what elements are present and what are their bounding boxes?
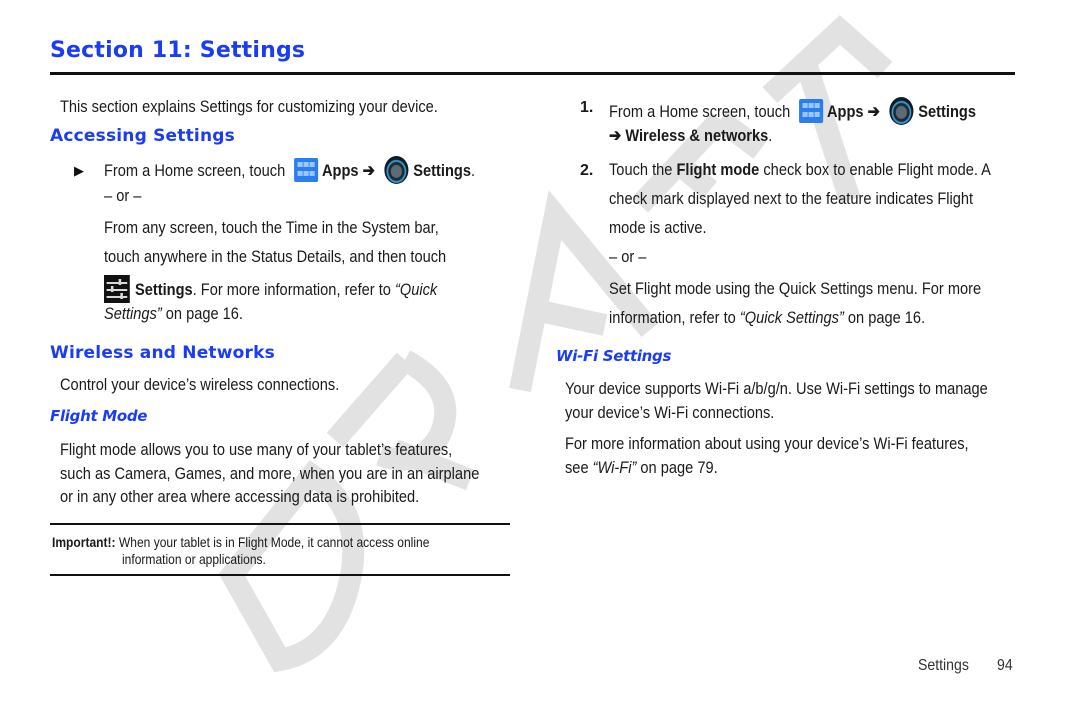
heading-wireless-networks: Wireless and Networks (50, 343, 275, 363)
important-note: Important!: When your tablet is in Fligh… (52, 534, 430, 567)
heading-flight-mode: Flight Mode (50, 407, 148, 425)
arrow-icon: ➔ (609, 126, 622, 145)
alt-line-4: Settings” on page 16. (104, 304, 243, 323)
step-number-2: 2. (580, 162, 594, 179)
note-label: Important!: (52, 534, 116, 550)
alt-line-3: Settings. For more information, refer to… (104, 275, 491, 303)
settings-icon (384, 156, 409, 184)
section-title: Section 11: Settings (50, 38, 306, 63)
alt-line-2: touch anywhere in the Status Details, an… (104, 247, 447, 266)
heading-wifi-settings: Wi-Fi Settings (556, 347, 672, 365)
wifi-para-2-line-1: For more information about using your de… (565, 434, 969, 453)
step-2-line-2: check mark displayed next to the feature… (609, 189, 974, 208)
arrow-icon: ➔ (362, 161, 375, 180)
flight-line-3: or in any other area where accessing dat… (60, 487, 420, 506)
quick-settings-icon (104, 275, 130, 303)
or-separator: – or – (609, 247, 647, 266)
apps-icon (799, 99, 824, 123)
or-separator: – or – (104, 186, 142, 205)
step-number-1: 1. (580, 99, 594, 116)
footer-page-number: 94 (997, 657, 1013, 674)
wifi-para-1-line-2: your device’s Wi-Fi connections. (565, 403, 775, 422)
step-2-line-1: Touch the Flight mode check box to enabl… (609, 160, 991, 179)
step-1-line-2: ➔ Wireless & networks. (609, 126, 773, 145)
wifi-reference-link[interactable]: “Wi-Fi” (593, 458, 637, 477)
flight-line-2: such as Camera, Games, and more, when yo… (60, 464, 480, 483)
accessing-step: From a Home screen, touch Apps ➔ Setting… (104, 156, 535, 184)
heading-accessing-settings: Accessing Settings (50, 126, 235, 146)
quick-line-2: information, refer to “Quick Settings” o… (609, 308, 926, 327)
bullet-icon: ▶ (74, 163, 84, 178)
step-2-line-3: mode is active. (609, 218, 707, 237)
quick-settings-reference-link[interactable]: “Quick (395, 280, 437, 299)
step-1-line-1: From a Home screen, touch Apps ➔ Setting… (609, 97, 1036, 125)
flight-line-1: Flight mode allows you to use many of yo… (60, 440, 453, 459)
arrow-icon: ➔ (867, 102, 880, 121)
note-rule-bottom (50, 574, 510, 576)
intro-paragraph: This section explains Settings for custo… (60, 97, 438, 116)
note-rule-top (50, 523, 510, 525)
wifi-para-2-line-2: see “Wi-Fi” on page 79. (565, 458, 718, 477)
apps-icon (294, 158, 319, 182)
quick-line-1: Set Flight mode using the Quick Settings… (609, 279, 982, 298)
alt-line-1: From any screen, touch the Time in the S… (104, 218, 439, 237)
header-rule (50, 72, 1015, 75)
wifi-para-1-line-1: Your device supports Wi-Fi a/b/g/n. Use … (565, 379, 988, 398)
settings-icon (889, 97, 914, 125)
wireless-intro: Control your device’s wireless connectio… (60, 375, 340, 394)
footer-section-label: Settings (918, 657, 969, 674)
quick-settings-reference-link[interactable]: “Quick Settings” (740, 308, 844, 327)
